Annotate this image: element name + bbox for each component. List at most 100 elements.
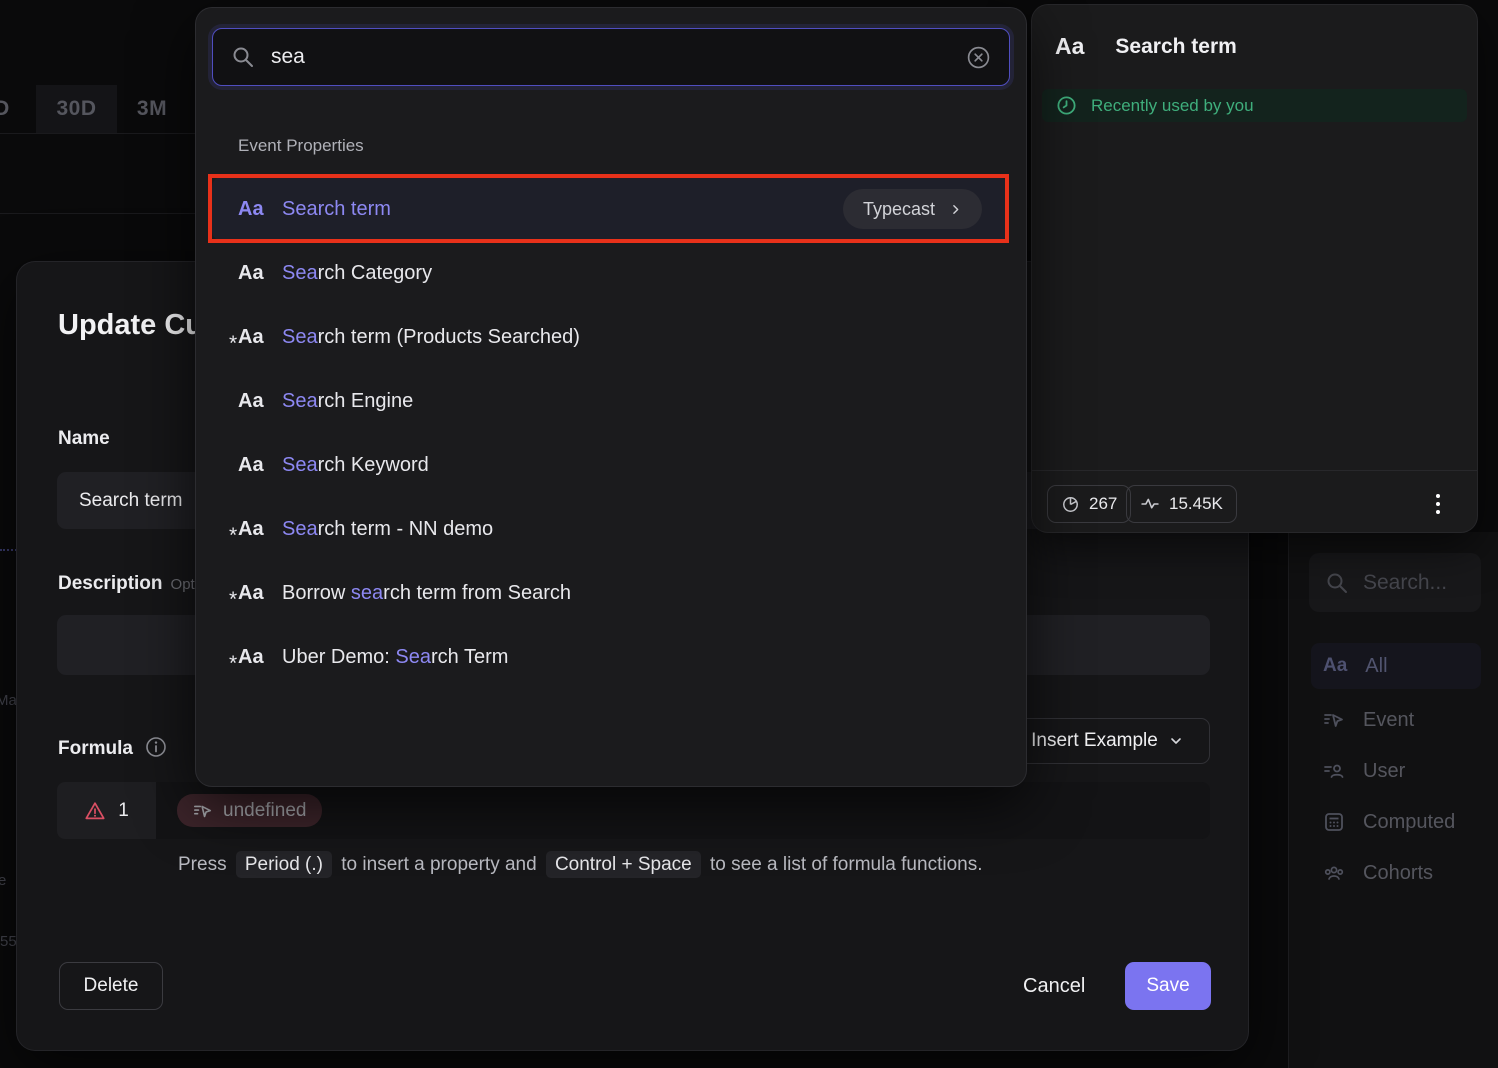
hint-text: Press — [178, 854, 227, 875]
calculator-icon — [1323, 811, 1345, 833]
sidebar-item-label: Cohorts — [1363, 862, 1433, 885]
time-range-tab-partial[interactable]: D — [0, 85, 34, 133]
text-type-icon: Aa — [238, 454, 282, 477]
description-label-text: Description — [58, 573, 163, 594]
property-results-list: Aa Search term Typecast Aa Search Catego… — [212, 177, 1008, 689]
clock-icon — [1056, 95, 1077, 116]
formula-error-count[interactable]: 1 — [57, 782, 156, 839]
hint-text: to insert a property and — [341, 854, 536, 875]
property-row-search-term-products[interactable]: Aa* Search term (Products Searched) — [212, 305, 1008, 369]
custom-text-type-icon: Aa* — [238, 518, 282, 541]
text-type-icon: Aa — [238, 390, 282, 413]
sidebar-item-cohorts[interactable]: Cohorts — [1311, 850, 1481, 896]
property-label: Borrow search term from Search — [282, 582, 571, 605]
warning-icon — [84, 800, 106, 822]
app-screen: D 30D 3M May e 55 Search... Aa All Event… — [0, 0, 1498, 1068]
time-range-tab-3m[interactable]: 3M — [117, 85, 187, 133]
sidebar-search-input[interactable]: Search... — [1309, 553, 1481, 612]
property-row-uber-demo-search-term[interactable]: Aa* Uber Demo: Search Term — [212, 625, 1008, 689]
undefined-property-chip[interactable]: undefined — [177, 794, 322, 827]
letters-icon: Aa — [1323, 655, 1347, 677]
custom-text-type-icon: Aa* — [238, 326, 282, 349]
event-cursor-icon — [193, 801, 213, 821]
cancel-button[interactable]: Cancel — [1003, 962, 1105, 1010]
user-icon — [1323, 760, 1345, 782]
event-count: 15.45K — [1169, 494, 1223, 514]
kbd-period: Period (.) — [236, 851, 332, 878]
cohorts-icon — [1323, 862, 1345, 884]
save-button[interactable]: Save — [1125, 962, 1211, 1010]
user-count-pill[interactable]: 267 — [1047, 485, 1131, 523]
delete-button[interactable]: Delete — [59, 962, 163, 1010]
sidebar-item-computed[interactable]: Computed — [1311, 799, 1481, 845]
divider — [0, 133, 196, 134]
error-count: 1 — [118, 800, 129, 822]
event-count-pill[interactable]: 15.45K — [1126, 485, 1237, 523]
pie-chart-icon — [1061, 495, 1080, 514]
property-row-search-term[interactable]: Aa Search term Typecast — [212, 177, 1008, 241]
property-label: Search term (Products Searched) — [282, 326, 580, 349]
search-icon — [1325, 571, 1349, 595]
text-type-icon: Aa — [238, 198, 282, 221]
text-type-icon: Aa — [1055, 33, 1084, 60]
search-box — [212, 28, 1010, 86]
chevron-right-icon — [949, 203, 962, 216]
property-type-sidebar: Search... Aa All Event User Computed Coh… — [1288, 532, 1498, 1068]
typecast-label: Typecast — [863, 199, 935, 220]
property-label: Search Keyword — [282, 454, 429, 477]
sidebar-item-label: Computed — [1363, 811, 1455, 834]
property-row-search-term-nn-demo[interactable]: Aa* Search term - NN demo — [212, 497, 1008, 561]
formula-hint: Press Period (.) to insert a property an… — [178, 854, 982, 876]
recently-used-badge: Recently used by you — [1042, 89, 1467, 122]
section-header: Event Properties — [238, 136, 364, 156]
undefined-chip-label: undefined — [223, 800, 306, 822]
kbd-control-space: Control + Space — [546, 851, 701, 878]
search-input[interactable] — [271, 45, 950, 69]
custom-text-type-icon: Aa* — [238, 646, 282, 669]
sidebar-item-event[interactable]: Event — [1311, 697, 1481, 743]
name-label: Name — [58, 428, 110, 450]
sidebar-item-label: All — [1365, 655, 1387, 678]
sidebar-search-placeholder: Search... — [1363, 571, 1447, 595]
property-label: Search term - NN demo — [282, 518, 493, 541]
insert-example-button[interactable]: Insert Example — [1005, 718, 1210, 764]
sidebar-item-label: User — [1363, 760, 1405, 783]
user-count: 267 — [1089, 494, 1117, 514]
formula-label-text: Formula — [58, 738, 133, 759]
text-type-icon: Aa — [238, 262, 282, 285]
formula-input[interactable]: undefined — [156, 782, 1210, 839]
info-icon[interactable] — [145, 736, 167, 764]
divider — [1032, 470, 1477, 471]
property-search-dropdown: Event Properties Aa Search term Typecast… — [196, 8, 1026, 786]
property-label: Search Category — [282, 262, 432, 285]
modal-title: Update Cu — [58, 309, 203, 342]
axis-label-fragment: e — [0, 872, 6, 889]
property-row-search-engine[interactable]: Aa Search Engine — [212, 369, 1008, 433]
hint-text: to see a list of formula functions. — [710, 854, 982, 875]
formula-label: Formula — [58, 736, 167, 764]
custom-text-type-icon: Aa* — [238, 582, 282, 605]
activity-icon — [1140, 494, 1160, 514]
typecast-button[interactable]: Typecast — [843, 189, 982, 229]
property-row-borrow-search-term[interactable]: Aa* Borrow search term from Search — [212, 561, 1008, 625]
event-cursor-icon — [1323, 709, 1345, 731]
chevron-down-icon — [1168, 733, 1184, 749]
axis-label-fragment: 55 — [0, 933, 17, 950]
sidebar-item-all[interactable]: Aa All — [1311, 643, 1481, 689]
property-label: Search Engine — [282, 390, 413, 413]
divider — [0, 213, 196, 214]
search-icon — [231, 45, 255, 69]
clear-search-icon[interactable] — [966, 45, 991, 70]
property-detail-panel: Aa Search term Recently used by you 267 … — [1032, 5, 1477, 532]
property-label: Search term — [282, 198, 391, 221]
sidebar-item-user[interactable]: User — [1311, 748, 1481, 794]
property-row-search-category[interactable]: Aa Search Category — [212, 241, 1008, 305]
property-label: Uber Demo: Search Term — [282, 646, 508, 669]
property-row-search-keyword[interactable]: Aa Search Keyword — [212, 433, 1008, 497]
more-options-button[interactable] — [1424, 485, 1452, 523]
property-title: Search term — [1115, 35, 1236, 59]
time-range-tab-30d[interactable]: 30D — [36, 85, 117, 133]
insert-example-label: Insert Example — [1031, 730, 1158, 752]
recently-used-label: Recently used by you — [1091, 96, 1254, 116]
sidebar-item-label: Event — [1363, 709, 1414, 732]
